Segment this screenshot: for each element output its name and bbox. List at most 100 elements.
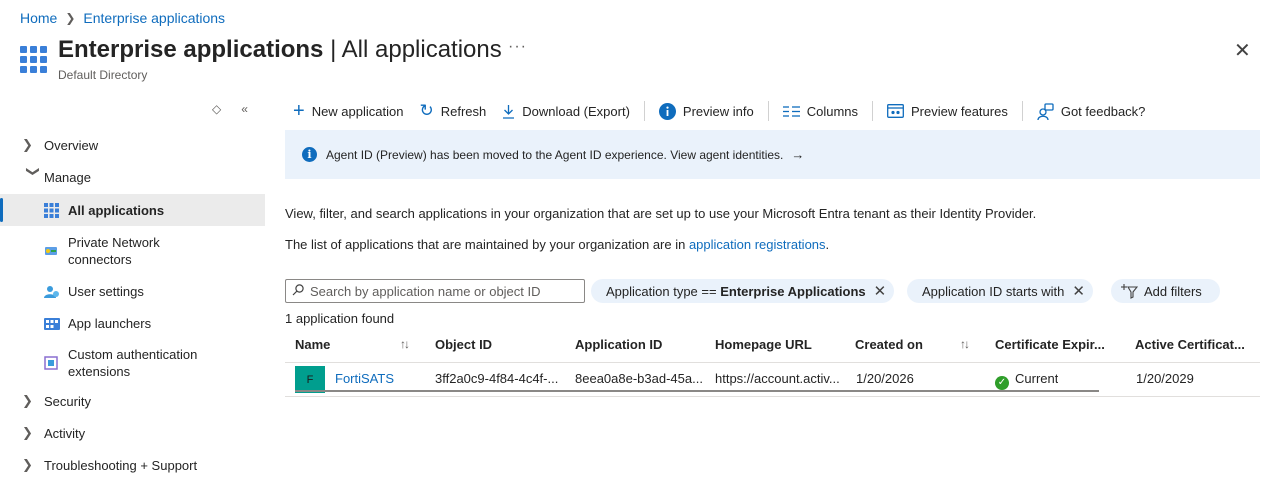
remove-filter-icon[interactable]: ✕ [874,282,887,300]
search-box[interactable] [285,279,585,303]
column-header-homepage-url[interactable]: Homepage URL [715,337,812,352]
feedback-button[interactable]: Got feedback? [1029,102,1154,120]
toolbar-divider [643,101,645,121]
nav-item-label-line1: Private Network [68,235,160,250]
table-divider [285,362,1260,363]
preview-features-button[interactable]: Preview features [879,104,1016,119]
nav-item-private-network-connectors[interactable]: Private Network connectors [0,234,265,268]
info-icon [658,102,676,120]
nav-item-troubleshooting[interactable]: ❯ Troubleshooting + Support [0,449,265,481]
nav-item-user-settings[interactable]: User settings [0,283,265,300]
app-name-link[interactable]: FortiSATS [335,371,394,386]
nav-item-app-launchers[interactable]: App launchers [0,315,265,332]
command-bar: + New application ↻ Refresh Download (Ex… [285,98,1153,124]
nav-item-activity[interactable]: ❯ Activity [0,417,265,449]
column-header-active-certificate[interactable]: Active Certificat... [1135,337,1245,352]
search-input[interactable] [310,283,570,299]
app-avatar: F [295,366,325,393]
toolbar-divider [1021,101,1023,121]
page-description: View, filter, and search applications in… [285,206,1037,221]
directory-name: Default Directory [58,68,148,82]
nav-item-label: User settings [68,284,144,299]
chevron-right-icon: ❯ [22,457,33,472]
nav-item-custom-auth-extensions[interactable]: Custom authentication extensions [0,346,265,380]
feedback-person-icon [1037,102,1054,120]
info-icon: i [302,147,317,162]
refresh-button[interactable]: ↻ Refresh [411,101,494,121]
cell-homepage-url: https://account.activ... [715,371,840,386]
page-title: Enterprise applications | All applicatio… [58,36,502,64]
new-application-button[interactable]: + New application [285,100,411,123]
user-settings-icon [0,285,68,299]
nav-item-security[interactable]: ❯ Security [0,385,265,417]
columns-icon [782,105,800,117]
network-connector-icon [0,244,68,258]
column-header-application-id[interactable]: Application ID [575,337,662,352]
nav-item-label: App launchers [68,316,152,331]
result-count: 1 application found [285,311,395,326]
cell-created-on: 1/20/2026 [856,371,914,386]
add-filter-icon [1121,283,1138,299]
grid-apps-icon [20,46,47,73]
filter-pill-application-id[interactable]: Application ID starts with ✕ [907,279,1093,303]
preview-features-icon [887,104,904,118]
column-header-certificate-expiry[interactable]: Certificate Expir... [995,337,1105,352]
preview-info-button[interactable]: Preview info [651,102,762,120]
sort-icon[interactable]: ↑↓ [960,337,970,351]
nav-item-overview[interactable]: ❯ Overview [0,129,265,161]
sort-icon[interactable]: ↑↓ [400,337,410,351]
cell-object-id: 3ff2a0c9-4f84-4c4f-... [435,371,559,386]
checkmark-circle-icon: ✓ [995,375,1009,390]
application-registrations-link[interactable]: application registrations [689,237,826,252]
nav-item-label-line1: Custom authentication [68,347,198,362]
row-focus-indicator [295,390,1099,392]
column-header-object-id[interactable]: Object ID [435,337,492,352]
expand-collapse-icon[interactable]: ◇ [212,102,221,116]
custom-extension-icon [0,356,68,370]
breadcrumb-home-link[interactable]: Home [20,10,57,26]
page-title-separator: | [323,36,342,63]
plus-icon: + [293,99,305,122]
breadcrumb-current-link[interactable]: Enterprise applications [83,10,225,26]
filter-pill-application-type[interactable]: Application type == Enterprise Applicati… [591,279,895,303]
arrow-right-icon[interactable]: → [791,147,804,162]
nav-item-label: Manage [44,169,91,185]
refresh-icon: ↻ [419,101,434,120]
nav-item-label: All applications [68,202,165,218]
remove-filter-icon[interactable]: ✕ [1072,282,1085,300]
nav-item-all-applications[interactable]: All applications [0,194,265,226]
column-header-created-on[interactable]: Created on [855,337,923,352]
nav-item-label: Troubleshooting + Support [44,457,198,473]
nav-item-label-line2: connectors [68,252,132,267]
nav-item-manage[interactable]: ❯ Manage [0,161,265,193]
chevron-right-icon: ❯ [22,393,33,408]
cell-certificate-status: ✓ Current [995,371,1058,390]
page-title-main: Enterprise applications [58,36,324,63]
grid-apps-icon [0,202,68,218]
chevron-down-icon: ❯ [26,166,41,177]
banner-text[interactable]: Agent ID (Preview) has been moved to the… [326,148,783,162]
chevron-right-icon: ❯ [22,137,33,152]
download-export-button[interactable]: Download (Export) [494,104,638,119]
nav-item-label: Security [44,393,91,409]
cell-active-certificate: 1/20/2029 [1136,371,1194,386]
nav-item-label-line2: extensions [68,364,131,379]
info-banner: i Agent ID (Preview) has been moved to t… [285,130,1260,179]
collapse-sidebar-icon[interactable]: « [241,102,248,116]
close-icon[interactable]: ✕ [1234,40,1251,62]
download-icon [502,104,515,119]
more-options-button[interactable]: ··· [508,38,527,56]
column-header-name[interactable]: Name [295,337,330,352]
add-filters-button[interactable]: Add filters [1111,279,1220,303]
chevron-right-icon: ❯ [65,11,76,25]
breadcrumb: Home ❯ Enterprise applications [20,10,225,26]
columns-button[interactable]: Columns [775,104,866,119]
toolbar-divider [872,101,874,121]
toolbar-divider [767,101,769,121]
search-icon [292,283,304,299]
page-title-sub: All applications [341,36,502,63]
nav-tools: ◇ « [212,102,248,116]
cell-application-id: 8eea0a8e-b3ad-45a... [575,371,703,386]
nav-item-label: Overview [44,137,99,153]
app-launcher-icon [0,317,68,330]
